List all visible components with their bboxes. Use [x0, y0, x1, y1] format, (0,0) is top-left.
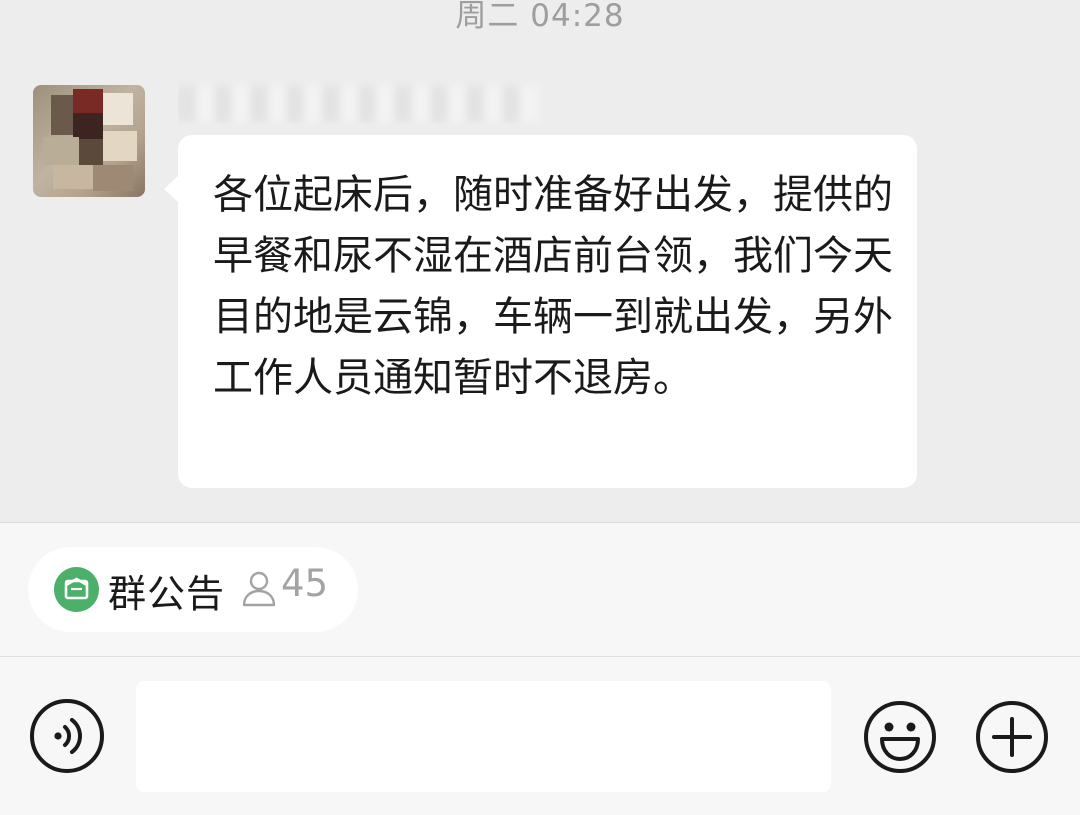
emoji-icon — [862, 701, 938, 779]
announcement-label: 群公告 — [108, 572, 226, 616]
message-text: 各位起床后，随时准备好出发，提供的早餐和尿不湿在酒店前台领，我们今天目的地是云锦… — [213, 172, 893, 401]
more-button[interactable] — [974, 699, 1050, 775]
input-bar — [0, 657, 1080, 815]
member-count: 45 — [281, 562, 329, 605]
notice-bar: 群公告 45 — [0, 523, 1080, 656]
avatar[interactable] — [33, 85, 145, 197]
message-input[interactable] — [136, 681, 831, 792]
sender-name-blur — [178, 86, 538, 122]
plus-icon — [974, 701, 1050, 779]
message-timestamp: 周二 04:28 — [455, 0, 625, 34]
emoji-button[interactable] — [862, 699, 938, 775]
group-announcement-button[interactable]: 群公告 45 — [28, 547, 358, 632]
chat-area: 周二 04:28 各位起床后，随时准备好出发，提供的早餐和尿不湿在酒店前台领，我… — [0, 0, 1080, 522]
voice-icon — [34, 718, 100, 773]
message-bubble[interactable]: 各位起床后，随时准备好出发，提供的早餐和尿不湿在酒店前台领，我们今天目的地是云锦… — [164, 135, 917, 488]
person-icon — [240, 569, 278, 609]
voice-button[interactable] — [30, 699, 104, 773]
announcement-icon — [54, 567, 99, 612]
sender-name — [178, 80, 548, 124]
